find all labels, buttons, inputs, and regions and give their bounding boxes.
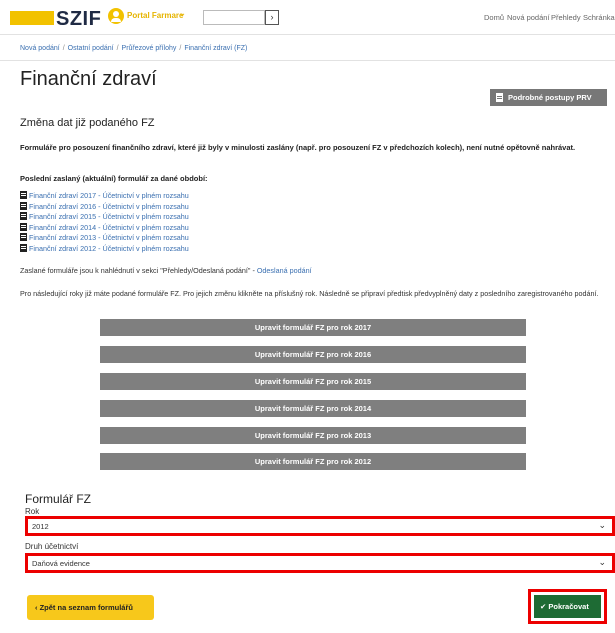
user-icon[interactable] xyxy=(108,8,124,24)
breadcrumb-separator: / xyxy=(179,45,182,52)
continue-highlight: ✔ Pokračovat xyxy=(528,589,607,624)
fz-form-link-label: Finanční zdraví 2014 - Účetnictví v plné… xyxy=(29,222,189,232)
fz-form-link-label: Finanční zdraví 2015 - Účetnictví v plné… xyxy=(29,212,189,221)
fz-form-link-2013[interactable]: Finanční zdraví 2013 - Účetnictví v plné… xyxy=(20,233,189,244)
szif-logo-stripes xyxy=(10,11,54,25)
lead-text: Formuláře pro posouzení finančního zdrav… xyxy=(20,143,576,152)
sent-forms-note: Zaslané formuláře jsou k nahlédnutí v se… xyxy=(20,266,312,275)
breadcrumb-item-financni-zdravi[interactable]: Finanční zdraví (FZ) xyxy=(184,45,247,52)
edit-fz-2015-button[interactable]: Upravit formulář FZ pro rok 2015 xyxy=(100,373,526,390)
chevron-down-icon[interactable]: ⌄ xyxy=(178,8,186,19)
year-label: Rok xyxy=(25,507,40,516)
sent-forms-link[interactable]: Odeslaná podání xyxy=(257,266,312,275)
header-divider xyxy=(0,34,615,35)
accounting-type-value: Daňová evidence xyxy=(32,559,90,568)
pdf-icon xyxy=(20,191,27,199)
fz-form-link-label: Finanční zdraví 2013 - Účetnictví v plné… xyxy=(29,233,189,242)
continue-button-label: Pokračovat xyxy=(548,602,589,611)
szif-logo[interactable]: SZIF xyxy=(56,8,101,31)
chevron-down-icon: ⌄ xyxy=(598,520,606,530)
section-subheading: Změna dat již podaného FZ xyxy=(20,117,155,129)
header-search-input[interactable] xyxy=(203,10,265,25)
fz-form-link-2015[interactable]: Finanční zdraví 2015 - Účetnictví v plné… xyxy=(20,212,189,223)
breadcrumb: Nová podání / Ostatní podání / Průřezové pří… xyxy=(20,45,247,52)
fz-form-link-2016[interactable]: Finanční zdraví 2016 - Účetnictví v plné… xyxy=(20,201,189,213)
accounting-type-label: Druh účetnictví xyxy=(25,542,79,551)
nav-home[interactable]: Domů xyxy=(484,13,504,22)
guide-button[interactable]: Podrobné postupy PRV xyxy=(490,89,607,106)
top-header: SZIF Portal Farmare ⌄ › Domů Nová podání… xyxy=(0,0,615,34)
fz-form-link-label: Finanční zdraví 2012 - Účetnictví v plné… xyxy=(29,243,189,253)
pdf-icon xyxy=(20,222,27,231)
continue-button[interactable]: ✔ Pokračovat xyxy=(534,595,601,618)
breadcrumb-item-ostatni-podani[interactable]: Ostatní podání xyxy=(68,45,114,52)
header-search-go-button[interactable]: › xyxy=(265,10,279,25)
document-icon xyxy=(496,93,503,102)
fz-form-link-label: Finanční zdraví 2017 - Účetnictví v plné… xyxy=(29,191,189,200)
pdf-icon xyxy=(20,212,27,220)
fz-form-link-2014[interactable]: Finanční zdraví 2014 - Účetnictví v plné… xyxy=(20,222,189,234)
form-heading: Formulář FZ xyxy=(25,492,91,506)
edit-fz-2012-button[interactable]: Upravit formulář FZ pro rok 2012 xyxy=(100,453,526,470)
page-title: Finanční zdraví xyxy=(20,68,157,90)
breadcrumb-item-prurezove-prilohy[interactable]: Průřezové přílohy xyxy=(122,45,177,52)
fz-form-link-2012[interactable]: Finanční zdraví 2012 - Účetnictví v plné… xyxy=(20,243,189,255)
chevron-down-icon: ⌄ xyxy=(598,557,606,567)
pdf-icon xyxy=(20,201,27,210)
fz-form-link-2017[interactable]: Finanční zdraví 2017 - Účetnictví v plné… xyxy=(20,191,189,202)
guide-button-label: Podrobné postupy PRV xyxy=(508,93,592,102)
breadcrumb-divider xyxy=(0,60,615,61)
nav-inbox[interactable]: Schránka xyxy=(583,13,615,22)
breadcrumb-separator: / xyxy=(116,45,119,52)
nav-new-submissions[interactable]: Nová podání xyxy=(507,13,550,22)
fz-form-link-label: Finanční zdraví 2016 - Účetnictví v plné… xyxy=(29,201,189,211)
edit-fz-2017-button[interactable]: Upravit formulář FZ pro rok 2017 xyxy=(100,319,526,336)
accounting-type-select[interactable]: Daňová evidence ⌄ xyxy=(25,553,615,573)
year-select-value: 2012 xyxy=(32,522,49,531)
breadcrumb-item-nova-podani[interactable]: Nová podání xyxy=(20,45,60,52)
nav-overviews[interactable]: Přehledy xyxy=(551,13,581,22)
breadcrumb-separator: / xyxy=(62,45,65,52)
year-select[interactable]: 2012 ⌄ xyxy=(25,516,615,536)
portal-farmare-menu[interactable]: Portal Farmare xyxy=(127,11,183,20)
latest-forms-label: Poslední zaslaný (aktuální) formulář za … xyxy=(20,174,208,183)
back-button-label: Zpět na seznam formulářů xyxy=(39,603,133,612)
info-paragraph: Pro následující roky již máte podané for… xyxy=(20,289,599,298)
edit-fz-2013-button[interactable]: Upravit formulář FZ pro rok 2013 xyxy=(100,427,526,444)
edit-fz-2014-button[interactable]: Upravit formulář FZ pro rok 2014 xyxy=(100,400,526,417)
pdf-icon xyxy=(20,233,27,241)
fz-forms-list: Finanční zdraví 2017 - Účetnictví v plné… xyxy=(20,191,189,254)
pdf-icon xyxy=(20,243,27,252)
edit-fz-2016-button[interactable]: Upravit formulář FZ pro rok 2016 xyxy=(100,346,526,363)
back-to-forms-button[interactable]: ‹ Zpět na seznam formulářů xyxy=(27,595,154,620)
sent-forms-note-text: Zaslané formuláře jsou k nahlédnutí v se… xyxy=(20,266,257,275)
